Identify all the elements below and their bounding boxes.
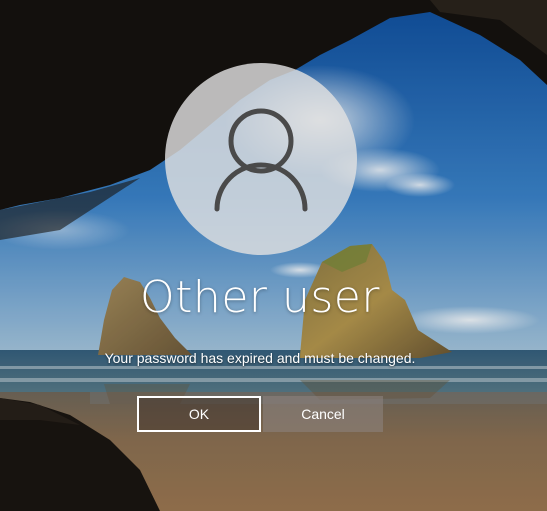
sign-in-panel: Other user Your password has expired and… [0,0,547,511]
password-expired-message: Your password has expired and must be ch… [104,350,416,366]
cancel-button[interactable]: Cancel [263,396,383,432]
user-avatar [165,63,357,255]
ok-button[interactable]: OK [137,396,261,432]
username-label: Other user [140,272,380,323]
user-silhouette-icon [214,108,308,212]
